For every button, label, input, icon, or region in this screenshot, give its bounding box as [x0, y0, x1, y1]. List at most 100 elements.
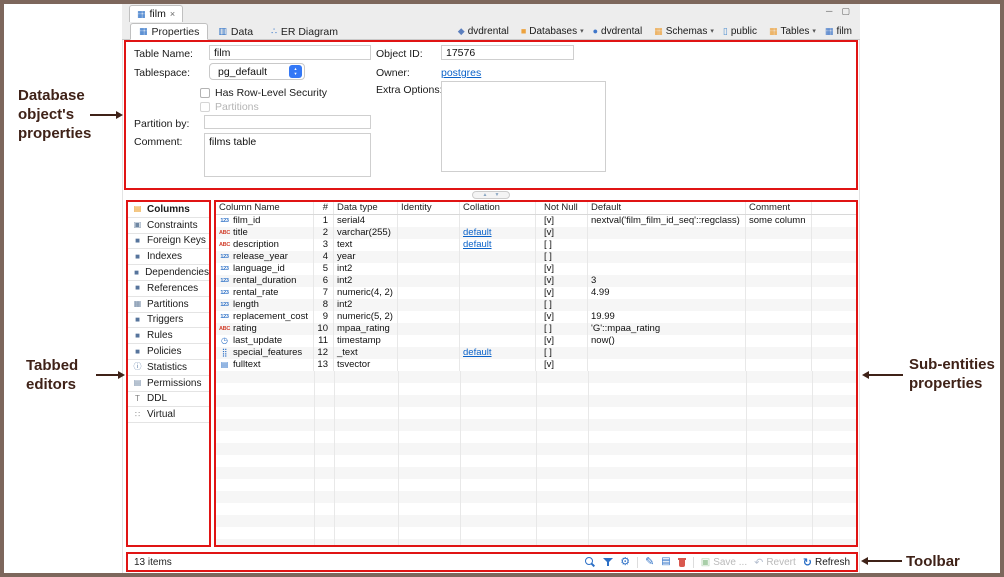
data-type-cell: _text: [334, 347, 398, 359]
refresh-button[interactable]: ↻ Refresh: [803, 556, 850, 569]
editor-tab[interactable]: ∴ ER Diagram: [263, 23, 346, 40]
column-header[interactable]: #: [314, 202, 334, 214]
column-row[interactable]: 123 replacement_cost 9 numeric(5, 2) [v]…: [216, 311, 856, 323]
close-icon[interactable]: ×: [170, 9, 175, 19]
editor-tab[interactable]: ▦ Properties: [130, 23, 208, 40]
breadcrumb-item[interactable]: ▦ Schemas ▾: [654, 26, 714, 37]
not-null-cell[interactable]: [v]: [536, 227, 588, 239]
column-row[interactable]: 123 rental_rate 7 numeric(4, 2) [v] 4.99: [216, 287, 856, 299]
maximize-icon[interactable]: ▢: [841, 6, 850, 17]
data-type-cell: mpaa_rating: [334, 323, 398, 335]
not-null-cell[interactable]: [v]: [536, 335, 588, 347]
not-null-cell[interactable]: [ ]: [536, 323, 588, 335]
collation-default-link[interactable]: default: [463, 347, 492, 358]
tablespace-select[interactable]: pg_default ▴▾: [209, 63, 305, 80]
column-header[interactable]: Not Null: [536, 202, 588, 214]
gear-icon[interactable]: ⚙: [620, 557, 630, 568]
breadcrumb-item[interactable]: ▯ public: [723, 26, 760, 37]
sidebar-tab[interactable]: ■ Dependencies: [128, 265, 209, 281]
not-null-cell[interactable]: [ ]: [536, 239, 588, 251]
column-row[interactable]: abc rating 10 mpaa_rating [ ] 'G'::mpaa_…: [216, 323, 856, 335]
sidebar-tab[interactable]: ■ References: [128, 281, 209, 297]
sidebar-tab[interactable]: ■ Foreign Keys: [128, 234, 209, 250]
has-rls-checkbox[interactable]: [200, 88, 210, 98]
minimize-icon[interactable]: ─: [826, 6, 832, 17]
sidebar-tab[interactable]: ∷ Virtual: [128, 407, 209, 423]
column-row[interactable]: ⣿ special_features 12 _text default [ ]: [216, 347, 856, 359]
column-row[interactable]: 123 release_year 4 year [ ]: [216, 251, 856, 263]
column-header[interactable]: Column Name: [216, 202, 314, 214]
not-null-cell[interactable]: [ ]: [536, 299, 588, 311]
column-name-cell: release_year: [233, 251, 288, 263]
delete-icon[interactable]: [678, 557, 686, 567]
sidebar-tab[interactable]: ⓘ Statistics: [128, 360, 209, 376]
not-null-cell[interactable]: [v]: [536, 275, 588, 287]
column-row[interactable]: abc title 2 varchar(255) default [v]: [216, 227, 856, 239]
add-column-icon[interactable]: ▤: [661, 557, 670, 567]
sidebar-tab[interactable]: ■ Indexes: [128, 249, 209, 265]
not-null-cell[interactable]: [v]: [536, 287, 588, 299]
sidebar-tab[interactable]: ▤ Columns: [128, 202, 209, 218]
not-null-cell[interactable]: [v]: [536, 263, 588, 275]
not-null-cell[interactable]: [v]: [536, 215, 588, 227]
owner-link[interactable]: postgres: [441, 67, 481, 79]
column-row[interactable]: abc description 3 text default [ ]: [216, 239, 856, 251]
column-name-cell: length: [233, 299, 259, 311]
collation-default-link[interactable]: default: [463, 239, 492, 250]
table-name-input[interactable]: film: [209, 45, 371, 60]
column-name-cell: special_features: [233, 347, 302, 359]
sidebar-tab[interactable]: ■ Rules: [128, 328, 209, 344]
editor-tab[interactable]: ▥ Data: [210, 23, 261, 40]
chevron-down-icon[interactable]: ▾: [812, 27, 816, 35]
revert-button[interactable]: ↶ Revert: [754, 556, 796, 569]
sidebar-tab[interactable]: ▣ Constraints: [128, 218, 209, 234]
chevron-down-icon[interactable]: ▾: [710, 27, 714, 35]
column-header[interactable]: Identity: [398, 202, 460, 214]
object-id-input[interactable]: 17576: [441, 45, 574, 60]
not-null-cell[interactable]: [v]: [536, 359, 588, 371]
column-header[interactable]: Data type: [334, 202, 398, 214]
save-button[interactable]: ▣ Save ...: [701, 557, 747, 568]
identity-cell: [398, 287, 460, 299]
column-row[interactable]: 123 language_id 5 int2 [v]: [216, 263, 856, 275]
column-row[interactable]: ▤ fulltext 13 tsvector [v]: [216, 359, 856, 371]
not-null-cell[interactable]: [v]: [536, 311, 588, 323]
column-header[interactable]: Default: [588, 202, 746, 214]
edit-icon[interactable]: ✎: [645, 557, 654, 568]
search-icon[interactable]: [585, 557, 596, 568]
breadcrumb-item[interactable]: ◆ dvdrental: [458, 26, 512, 37]
column-header[interactable]: Comment: [746, 202, 812, 214]
column-row[interactable]: ◷ last_update 11 timestamp [v] now(): [216, 335, 856, 347]
column-row[interactable]: 123 length 8 int2 [ ]: [216, 299, 856, 311]
chevron-down-icon[interactable]: ▾: [580, 27, 584, 35]
sidebar-tab-label: Columns: [147, 204, 190, 215]
collapse-down-icon[interactable]: ▼: [495, 193, 500, 198]
breadcrumb-item[interactable]: ▦ Tables ▾: [769, 26, 816, 37]
breadcrumb-item[interactable]: ■ Databases ▾: [521, 26, 584, 37]
collapse-up-icon[interactable]: ▲: [483, 193, 488, 198]
not-null-cell[interactable]: [ ]: [536, 251, 588, 263]
breadcrumb-item[interactable]: ▦ film: [825, 26, 855, 37]
sidebar-tab[interactable]: ■ Policies: [128, 344, 209, 360]
sidebar-tab[interactable]: ■ Triggers: [128, 313, 209, 329]
filter-icon[interactable]: [603, 557, 613, 567]
column-row[interactable]: 123 film_id 1 serial4 [v] nextval('film_…: [216, 215, 856, 227]
extra-options-field[interactable]: [441, 81, 606, 172]
partition-by-input[interactable]: [204, 115, 371, 129]
collation-default-link[interactable]: default: [463, 227, 492, 238]
panel-splitter[interactable]: ▲ ▼: [472, 191, 510, 199]
grid-empty-area: [216, 371, 856, 545]
tab-film[interactable]: ▦ film ×: [129, 5, 183, 22]
column-row[interactable]: 123 rental_duration 6 int2 [v] 3: [216, 275, 856, 287]
table-name-label: Table Name:: [134, 48, 193, 60]
breadcrumb-item[interactable]: ● dvdrental: [593, 26, 646, 37]
not-null-cell[interactable]: [ ]: [536, 347, 588, 359]
sidebar-tab-label: DDL: [147, 393, 167, 404]
data-type-cell: varchar(255): [334, 227, 398, 239]
identity-cell: [398, 311, 460, 323]
sidebar-tab[interactable]: T DDL: [128, 392, 209, 408]
sidebar-tab[interactable]: ▤ Permissions: [128, 376, 209, 392]
comment-textarea[interactable]: films table: [204, 133, 371, 177]
column-header[interactable]: Collation: [460, 202, 536, 214]
sidebar-tab[interactable]: ▦ Partitions: [128, 297, 209, 313]
